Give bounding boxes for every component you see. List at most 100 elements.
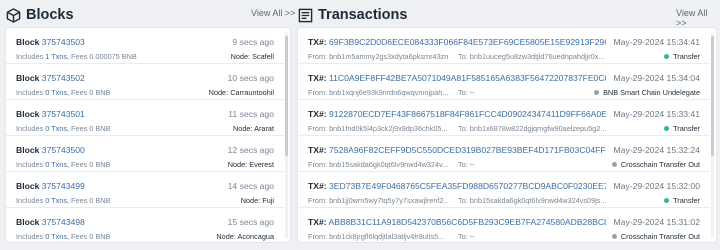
block-number-link[interactable]: 375743501 xyxy=(42,109,85,119)
from-label: From: xyxy=(308,160,328,169)
tx-label: TX#: xyxy=(308,37,327,47)
node-name: Aconcagua xyxy=(237,232,274,241)
to-address: -- xyxy=(469,232,475,241)
to-label: To: xyxy=(458,88,468,97)
block-number-link[interactable]: 375743500 xyxy=(42,145,85,155)
from-label: From: xyxy=(308,88,328,97)
status-dot-icon xyxy=(664,54,670,59)
fees-text: , Fees 0 BNB xyxy=(67,160,111,169)
fees-text: , Fees 0.000075 BNB xyxy=(67,52,137,61)
node-label: Node: xyxy=(227,160,248,169)
includes-label: Includes xyxy=(16,52,44,61)
blocks-scrollbar[interactable] xyxy=(285,32,288,238)
transactions-scrollbar-thumb[interactable] xyxy=(711,36,714,156)
tx-time: May-29-2024 15:31:02 xyxy=(613,217,700,227)
to-address-link[interactable]: bnb1x6878w822dgjqmgfw90aelzepu5g2... xyxy=(470,124,606,133)
fees-text: , Fees 0 BNB xyxy=(67,196,111,205)
to-address: -- xyxy=(469,88,475,97)
to-label: To: xyxy=(458,124,468,133)
status-dot-icon xyxy=(594,90,600,95)
transactions-icon xyxy=(298,8,313,22)
tx-hash-link[interactable]: 9122870ECD7EF43F8667518F84F861FCC4D09024… xyxy=(329,109,606,119)
block-row: Block 375743501 11 secs ago Includes 0 T… xyxy=(6,100,284,136)
tx-hash-link[interactable]: 69F3B9C2D0D6ECE084333F066F84E573EF69CE58… xyxy=(329,37,606,47)
to-address-link[interactable]: bnb15sakda6gk0qt6lv9nwd4w324vs09js... xyxy=(470,196,606,205)
tx-hash-link[interactable]: ABB8B31C11A918D542370B56C6D5FB293C9EB7FA… xyxy=(329,217,606,227)
block-number-link[interactable]: 375743498 xyxy=(42,217,85,227)
block-time: 9 secs ago xyxy=(232,37,274,47)
includes-label: Includes xyxy=(16,232,44,241)
tx-method: Transfer xyxy=(673,124,700,133)
tx-time: May-29-2024 15:33:41 xyxy=(613,109,700,119)
tx-label: TX#: xyxy=(308,181,327,191)
from-address-link[interactable]: bnb1fnd0k5l4p3ck2j9x9dp36chk05... xyxy=(329,124,447,133)
tx-method: BNB Smart Chain Undelegate xyxy=(603,88,700,97)
blocks-scrollbar-thumb[interactable] xyxy=(285,36,288,156)
block-number-link[interactable]: 375743499 xyxy=(42,181,85,191)
from-address-link[interactable]: bnb1ck8jrgfl6lqdjtlal3atljv4fr8ults5... xyxy=(329,232,444,241)
transactions-scrollbar[interactable] xyxy=(711,32,714,238)
to-address: -- xyxy=(469,160,475,169)
transaction-row: TX#: ABB8B31C11A918D542370B56C6D5FB293C9… xyxy=(298,208,710,242)
tx-time: May-29-2024 15:32:24 xyxy=(613,145,700,155)
includes-label: Includes xyxy=(16,88,44,97)
transactions-view-all-link[interactable]: View All >> xyxy=(676,8,720,28)
blocks-list: Block 375743503 9 secs ago Includes 1 Tx… xyxy=(6,28,290,242)
node-label: Node: xyxy=(230,52,251,61)
tx-hash-link[interactable]: 7528A96F82CEFF9D5C550DCED319B027BE93BEF4… xyxy=(329,145,606,155)
txns-link[interactable]: 0 Txns xyxy=(45,160,67,169)
tx-label: TX#: xyxy=(308,145,327,155)
block-label: Block xyxy=(16,73,40,83)
includes-label: Includes xyxy=(16,124,44,133)
block-time: 12 secs ago xyxy=(227,145,274,155)
txns-link[interactable]: 0 Txns xyxy=(45,232,67,241)
cube-icon xyxy=(6,7,21,23)
to-address-link[interactable]: bnb1uuceg5u8zw3dtjld76uednpahdjjr0x... xyxy=(470,52,605,61)
txns-link[interactable]: 0 Txns xyxy=(45,88,67,97)
tx-label: TX#: xyxy=(308,109,327,119)
to-label: To: xyxy=(458,52,468,61)
tx-time: May-29-2024 15:34:04 xyxy=(613,73,700,83)
tx-time: May-29-2024 15:32:00 xyxy=(613,181,700,191)
transaction-row: TX#: 3ED73B7E49F0468765C5FEA35FD988D6570… xyxy=(298,172,710,208)
transaction-row: TX#: 69F3B9C2D0D6ECE084333F066F84E573EF6… xyxy=(298,28,710,64)
tx-method: Crosschain Transfer Out xyxy=(620,160,700,169)
node-name: Fuji xyxy=(262,196,274,205)
block-row: Block 375743498 15 secs ago Includes 0 T… xyxy=(6,208,284,242)
transaction-row: TX#: 11C0A9EF8FF42BE7A5071049A81F585165A… xyxy=(298,64,710,100)
tx-method: Crosschain Transfer Out xyxy=(620,232,700,241)
txns-link[interactable]: 0 Txns xyxy=(45,124,67,133)
from-address-link[interactable]: bnb1jj0wrn5wy7tq5y7y7sxawjlrenf2... xyxy=(329,196,448,205)
txns-link[interactable]: 1 Txns xyxy=(45,52,67,61)
block-time: 10 secs ago xyxy=(227,73,274,83)
to-label: To: xyxy=(458,196,468,205)
tx-hash-link[interactable]: 3ED73B7E49F0468765C5FEA35FD988D6570277BC… xyxy=(329,181,606,191)
block-row: Block 375743503 9 secs ago Includes 1 Tx… xyxy=(6,28,284,64)
tx-time: May-29-2024 15:34:41 xyxy=(613,37,700,47)
from-label: From: xyxy=(308,232,328,241)
block-label: Block xyxy=(16,217,40,227)
block-number-link[interactable]: 375743503 xyxy=(42,37,85,47)
node-name: Scafell xyxy=(252,52,274,61)
block-row: Block 375743499 14 secs ago Includes 0 T… xyxy=(6,172,284,208)
blocks-view-all-link[interactable]: View All >> xyxy=(251,8,295,18)
fees-text: , Fees 0 BNB xyxy=(67,88,111,97)
block-number-link[interactable]: 375743502 xyxy=(42,73,85,83)
txns-link[interactable]: 0 Txns xyxy=(45,196,67,205)
block-label: Block xyxy=(16,181,40,191)
from-address-link[interactable]: bnb1m5ammy2gs3xdyta6pksmr43zn... xyxy=(329,52,448,61)
blocks-header: Blocks xyxy=(6,5,74,25)
from-label: From: xyxy=(308,196,328,205)
blocks-title: Blocks xyxy=(26,7,74,23)
tx-method: Transfer xyxy=(673,196,700,205)
node-name: Ararat xyxy=(254,124,274,133)
node-label: Node: xyxy=(240,196,261,205)
transaction-row: TX#: 9122870ECD7EF43F8667518F84F861FCC4D… xyxy=(298,100,710,136)
node-name: Everest xyxy=(249,160,274,169)
tx-hash-link[interactable]: 11C0A9EF8FF42BE7A5071049A81F585165A6383F… xyxy=(329,73,606,83)
from-address-link[interactable]: bnb15sakda6gk0qt6lv9nwd4w324v... xyxy=(329,160,448,169)
from-address-link[interactable]: bnb1xqnj6e93k9nrdn6qwqvmnjpah... xyxy=(329,88,448,97)
transaction-row: TX#: 7528A96F82CEFF9D5C550DCED319B027BE9… xyxy=(298,136,710,172)
block-label: Block xyxy=(16,145,40,155)
transactions-list: TX#: 69F3B9C2D0D6ECE084333F066F84E573EF6… xyxy=(298,28,716,242)
